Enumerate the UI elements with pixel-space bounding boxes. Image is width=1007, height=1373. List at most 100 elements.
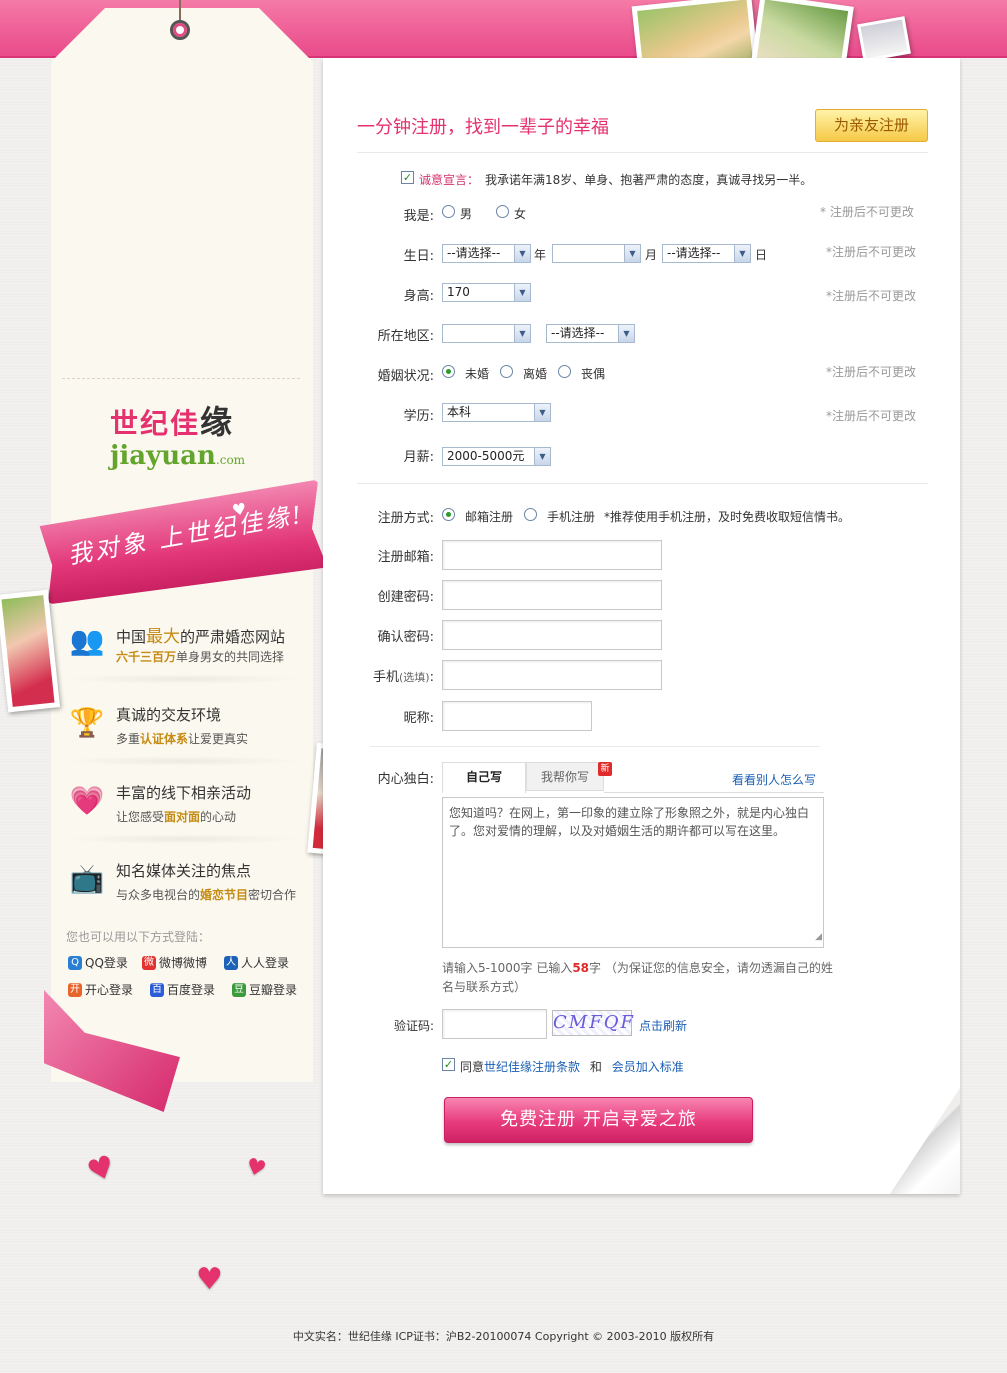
- education-select[interactable]: 本科 ▼: [442, 403, 551, 422]
- password-label: 创建密码:: [377, 590, 434, 605]
- agree-text: 同意世纪佳缘注册条款 和 会员加入标准: [460, 1060, 684, 1074]
- password-input[interactable]: [442, 580, 662, 610]
- small-heart-icon: ♥: [230, 498, 248, 521]
- email-input[interactable]: [442, 540, 662, 570]
- captcha-input[interactable]: [442, 1009, 547, 1039]
- marital-widowed-radio[interactable]: [558, 365, 571, 378]
- heart-icon: ♥: [196, 1262, 223, 1297]
- birthday-label: 生日:: [403, 249, 434, 264]
- tab-write-myself[interactable]: 自己写: [442, 762, 526, 793]
- kaixin-login-link[interactable]: 开开心登录: [68, 981, 133, 998]
- chevron-down-icon: ▼: [514, 284, 530, 301]
- douban-login-link[interactable]: 豆豆瓣登录: [232, 981, 297, 998]
- agree-checkbox[interactable]: ✓: [442, 1058, 455, 1071]
- renren-login-link[interactable]: 人人人登录: [224, 954, 289, 971]
- chevron-down-icon: ▼: [624, 245, 640, 262]
- heart-icon: ♥: [243, 1153, 269, 1184]
- weibo-login-link[interactable]: 微微博微博: [142, 954, 207, 971]
- free-register-button[interactable]: 免费注册 开启寻爱之旅: [444, 1097, 753, 1143]
- reg-email-radio[interactable]: [442, 508, 455, 521]
- char-count: 58: [572, 961, 590, 975]
- heart-icon: ♥: [82, 1148, 121, 1191]
- pledge-checkbox[interactable]: ✓: [401, 171, 414, 184]
- reg-phone-radio[interactable]: [524, 508, 537, 521]
- chevron-down-icon: ▼: [514, 245, 530, 262]
- feature-largest-site: 👥 中国最大的严肃婚恋网站 六千三百万单身男女的共同选择: [62, 622, 302, 692]
- member-standard-link[interactable]: 会员加入标准: [612, 1060, 684, 1074]
- gender-label: 我是:: [403, 209, 434, 224]
- tab-baseline: [604, 792, 824, 793]
- phone-input[interactable]: [442, 660, 662, 690]
- region-city-select[interactable]: --请选择-- ▼: [546, 324, 635, 343]
- page-title: 一分钟注册，找到一辈子的幸福: [357, 117, 609, 138]
- gender-female-label: 女: [514, 207, 527, 221]
- marital-widowed-label: 丧偶: [581, 367, 606, 381]
- qq-login-link[interactable]: Q QQ登录: [68, 954, 128, 971]
- gender-male-label: 男: [460, 207, 473, 221]
- note-fixed: * 注册后不可更改: [820, 205, 914, 219]
- phone-label: 手机(选填):: [373, 670, 434, 685]
- register-for-friend-button[interactable]: 为亲友注册: [815, 109, 928, 142]
- logo-en-suffix: .com: [215, 453, 246, 467]
- weibo-icon: 微: [142, 955, 156, 970]
- marital-single-label: 未婚: [465, 367, 490, 381]
- note-fixed: *注册后不可更改: [826, 289, 917, 303]
- tag-string: [179, 0, 181, 20]
- new-badge: 新: [598, 762, 612, 776]
- marital-divorced-radio[interactable]: [500, 365, 513, 378]
- logo-cn-main: 世纪佳: [110, 407, 201, 440]
- chevron-down-icon: ▼: [534, 448, 550, 465]
- captcha-image[interactable]: CMFQF: [552, 1010, 633, 1036]
- education-label: 学历:: [403, 409, 434, 424]
- gender-female-radio[interactable]: [496, 205, 509, 218]
- chevron-down-icon: ▼: [514, 325, 530, 342]
- monologue-label: 内心独白:: [377, 772, 434, 787]
- birth-month-select[interactable]: ▼: [552, 244, 641, 263]
- gender-male-radio[interactable]: [442, 205, 455, 218]
- birth-year-select[interactable]: --请选择-- ▼: [442, 244, 531, 263]
- alt-login-title: 您也可以用以下方式登陆：: [66, 930, 211, 944]
- refresh-captcha-link[interactable]: 点击刷新: [639, 1017, 687, 1034]
- year-unit: 年: [534, 248, 547, 262]
- confirm-password-label: 确认密码:: [377, 630, 434, 645]
- douban-icon: 豆: [232, 982, 246, 997]
- chevron-down-icon: ▼: [534, 404, 550, 421]
- jiayuan-logo[interactable]: 世纪佳缘 jiayuan.com: [110, 405, 270, 480]
- baidu-login-link[interactable]: 百百度登录: [150, 981, 215, 998]
- reg-method-note: *推荐使用手机注册，及时免费收取短信情书。: [604, 510, 851, 524]
- note-fixed: *注册后不可更改: [826, 409, 917, 423]
- terms-link[interactable]: 世纪佳缘注册条款: [484, 1060, 580, 1074]
- marital-single-radio[interactable]: [442, 365, 455, 378]
- monologue-hint: 请输入5-1000字 已输入58字 （为保证您的信息安全，请勿透漏自己的姓名与联…: [442, 961, 833, 994]
- month-unit: 月: [645, 248, 658, 262]
- pledge-label: 诚意宣言：: [419, 173, 480, 187]
- tab-help-me-write[interactable]: 我帮你写: [526, 762, 604, 791]
- height-select[interactable]: 170 ▼: [442, 283, 531, 302]
- confirm-password-input[interactable]: [442, 620, 662, 650]
- captcha-label: 验证码:: [393, 1019, 434, 1033]
- region-label: 所在地区:: [377, 329, 434, 344]
- kaixin-icon: 开: [68, 982, 82, 997]
- note-fixed: *注册后不可更改: [826, 245, 917, 259]
- note-fixed: *注册后不可更改: [826, 365, 917, 379]
- sidebar-divider: [62, 378, 300, 379]
- divider: [357, 483, 928, 484]
- region-province-select[interactable]: ▼: [442, 324, 531, 343]
- birth-day-select[interactable]: --请选择-- ▼: [662, 244, 751, 263]
- feature-media-focus: 📺 知名媒体关注的焦点 与众多电视台的婚恋节目密切合作: [62, 860, 302, 930]
- nickname-input[interactable]: [442, 701, 592, 731]
- chevron-down-icon: ▼: [734, 245, 750, 262]
- reg-method-label: 注册方式:: [377, 511, 434, 526]
- footer-copyright: 中文实名：世纪佳缘 ICP证书：沪B2-20100074 Copyright ©…: [292, 1330, 715, 1343]
- feature-offline-events: 💗 丰富的线下相亲活动 让您感受面对面的心动: [62, 782, 302, 852]
- monologue-textarea[interactable]: 您知道吗？在网上，第一印象的建立除了形象照之外，就是内心独白了。您对爱情的理解，…: [442, 797, 824, 948]
- phone-optional: (选填): [399, 671, 430, 684]
- divider: [370, 746, 820, 747]
- feature-sincere-environment: 🏆 真诚的交友环境 多重认证体系让爱更真实: [62, 704, 302, 774]
- salary-select[interactable]: 2000-5000元 ▼: [442, 447, 551, 466]
- resize-grip-icon[interactable]: ◢: [815, 928, 822, 946]
- see-others-link[interactable]: 看看别人怎么写: [732, 771, 816, 788]
- people-icon: 👥: [69, 623, 105, 657]
- logo-cn-yuan: 缘: [200, 403, 235, 441]
- marital-label: 婚姻状况:: [377, 369, 434, 384]
